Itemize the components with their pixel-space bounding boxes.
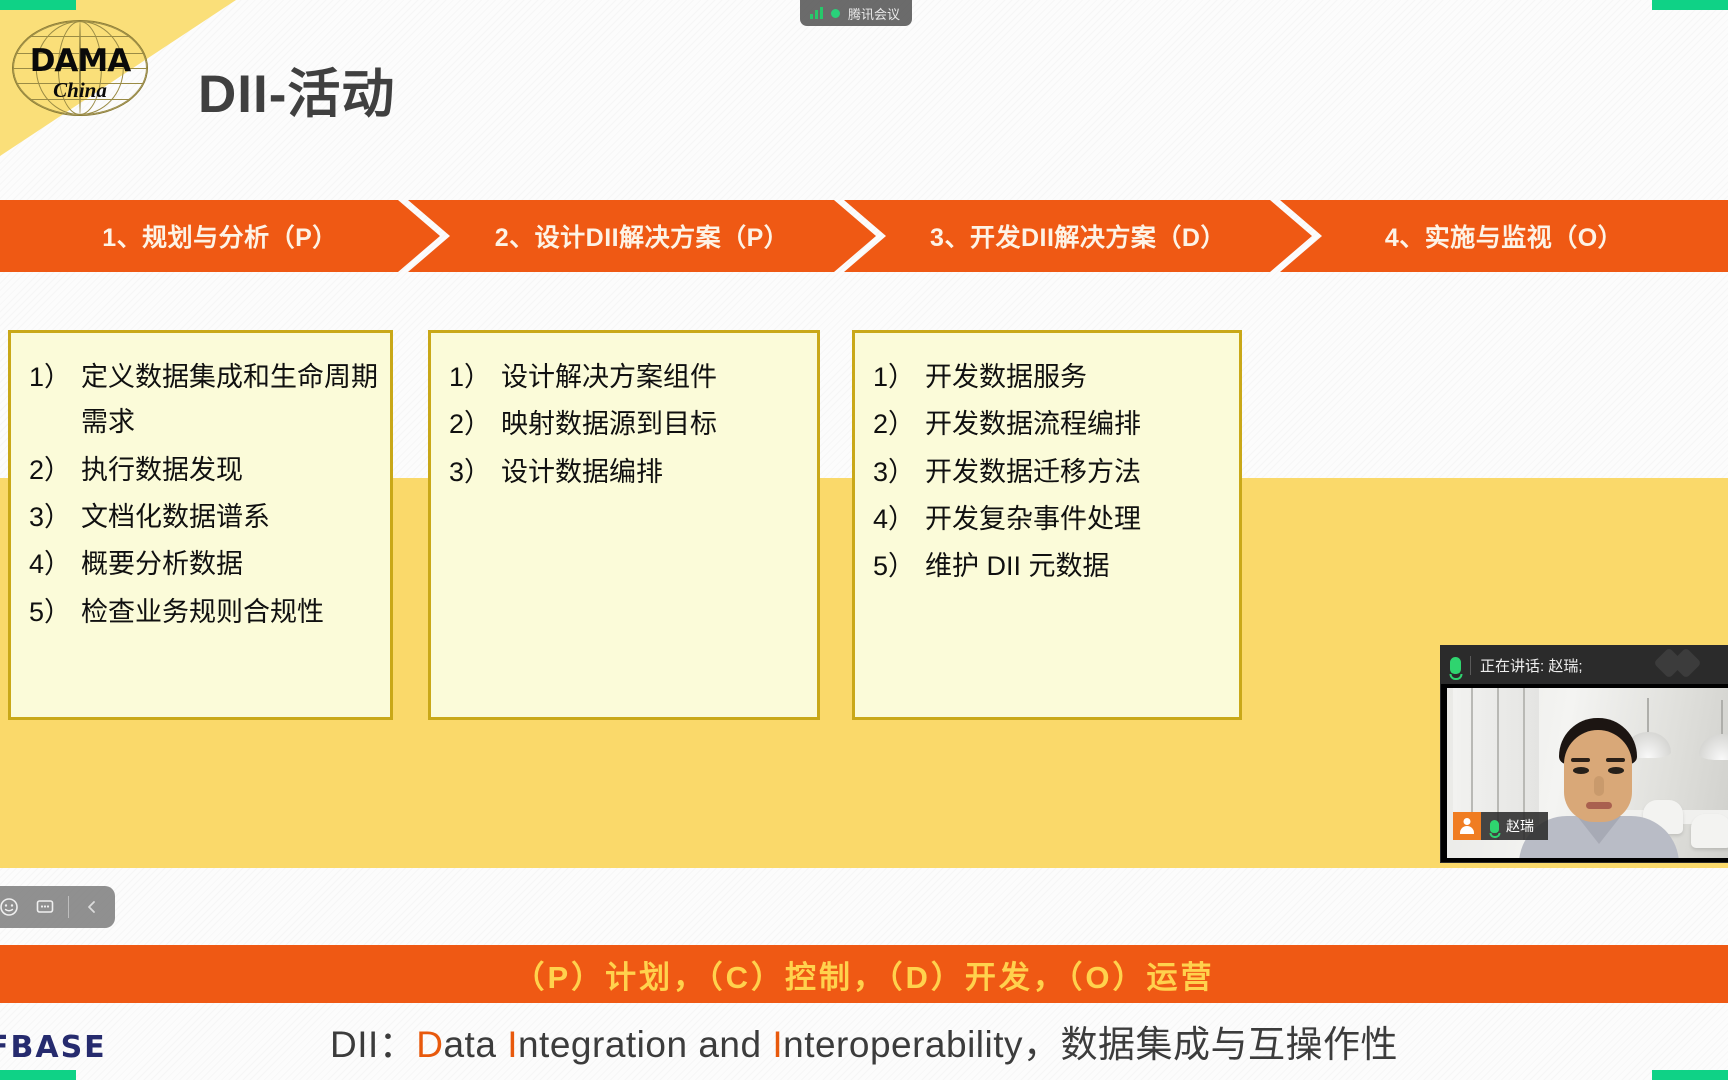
list-item-text: 开发数据迁移方法	[925, 456, 1141, 487]
chevron-left-icon[interactable]	[75, 890, 109, 924]
list-item-number: 3）	[29, 502, 72, 533]
screen-share-indicator-bottom-right	[1652, 1070, 1728, 1080]
list-item-text: 检查业务规则合规性	[81, 596, 324, 627]
list-item: 2） 映射数据源到目标	[449, 402, 807, 447]
list-item-text: 定义数据集成和生命周期需求	[81, 362, 378, 438]
speaking-status-label: 正在讲话: 赵瑞;	[1480, 657, 1583, 675]
list-item: 3） 开发数据迁移方法	[873, 450, 1229, 495]
list-item: 4） 概要分析数据	[29, 542, 380, 587]
participant-name-bar: 赵瑞	[1453, 812, 1548, 840]
status-dot-icon	[831, 8, 840, 18]
caption-highlight-d: D	[416, 1024, 444, 1065]
caption-highlight-i2: I	[772, 1024, 784, 1065]
microphone-icon	[1490, 819, 1499, 833]
process-step-1: 1、规划与分析（P）	[0, 200, 440, 272]
list-item-text: 设计数据编排	[501, 456, 663, 487]
logo-region-text: China	[53, 78, 107, 102]
list-item-text: 开发复杂事件处理	[925, 504, 1141, 535]
chat-icon[interactable]	[28, 890, 62, 924]
list-item-number: 3）	[449, 456, 492, 487]
list-item-number: 2）	[873, 409, 916, 440]
list-item: 2） 开发数据流程编排	[873, 402, 1229, 447]
slide-caption: DII：Data Integration and Interoperabilit…	[0, 1010, 1728, 1072]
screen-share-indicator-top-left	[0, 0, 76, 10]
screen-share-indicator-bottom-left	[0, 1070, 76, 1080]
process-step-1-label: 1、规划与分析（P）	[102, 224, 338, 252]
list-item: 3） 文档化数据谱系	[29, 495, 380, 540]
toolbar-divider	[68, 896, 69, 918]
pendant-lamp	[1699, 734, 1728, 760]
list-item-number: 5）	[29, 596, 72, 627]
activity-box-1: 1） 定义数据集成和生命周期需求 2） 执行数据发现 3） 文档化数据谱系 4）…	[8, 330, 393, 720]
list-item-number: 1）	[449, 362, 492, 392]
list-item-number: 1）	[29, 362, 72, 392]
process-step-3-label: 3、开发DII解决方案（D）	[930, 224, 1226, 252]
meeting-screen-share: DAMA China DII-活动 1、规划与分析（P） 2、设计DII解决方案…	[0, 0, 1728, 1080]
video-panel-header: 正在讲话: 赵瑞;	[1441, 646, 1728, 684]
process-step-2-label: 2、设计DII解决方案（P）	[494, 224, 790, 252]
video-panel[interactable]: 正在讲话: 赵瑞; 赵瑞	[1440, 645, 1728, 863]
activity-box-3: 1） 开发数据服务 2） 开发数据流程编排 3） 开发数据迁移方法 4） 开发复…	[852, 330, 1242, 720]
list-item-text: 映射数据源到目标	[501, 409, 717, 440]
list-item: 2） 执行数据发现	[29, 448, 380, 493]
list-item-number: 2）	[29, 454, 72, 485]
list-item-number: 4）	[873, 504, 916, 535]
list-item-text: 概要分析数据	[81, 549, 243, 580]
screen-share-indicator-top-right	[1652, 0, 1728, 10]
caption-suffix: ，数据集成与互操作性	[1023, 1024, 1399, 1065]
signal-bars-icon	[810, 7, 823, 19]
dama-china-logo: DAMA China	[6, 18, 156, 118]
caption-word-1: ata	[443, 1024, 508, 1065]
tencent-watermark-icon	[1653, 647, 1702, 679]
list-item-text: 开发数据服务	[925, 362, 1087, 392]
caption-word-3: nteroperability	[783, 1024, 1024, 1065]
list-item: 3） 设计数据编排	[449, 450, 807, 495]
caption-highlight-i1: I	[507, 1024, 518, 1065]
list-item-text: 文档化数据谱系	[81, 502, 270, 533]
emoji-icon[interactable]	[0, 890, 26, 924]
process-step-4: 4、实施与监视（O）	[1280, 200, 1728, 272]
fbase-logo: FBASE	[0, 1030, 107, 1065]
tencent-meeting-badge[interactable]: 腾讯会议	[800, 0, 913, 26]
slide-caption-text: DII：Data Integration and Interoperabilit…	[330, 1014, 1398, 1068]
list-item: 5） 检查业务规则合规性	[29, 590, 380, 635]
process-chevron-strip: 1、规划与分析（P） 2、设计DII解决方案（P） 3、开发DII解决方案（D）…	[0, 200, 1728, 272]
participant-name: 赵瑞	[1506, 818, 1534, 834]
activity-box-2: 1） 设计解决方案组件 2） 映射数据源到目标 3） 设计数据编排	[428, 330, 820, 720]
legend-bar-text: （P）计划，（C）控制，（D）开发，（O）运营	[513, 959, 1215, 995]
caption-prefix: DII：	[329, 1024, 417, 1065]
slide-title: DII-活动	[198, 65, 396, 124]
list-item-text: 执行数据发现	[81, 454, 243, 485]
legend-bar: （P）计划，（C）控制，（D）开发，（O）运营	[0, 945, 1728, 1003]
tencent-meeting-label: 腾讯会议	[848, 6, 901, 22]
list-item-number: 3）	[873, 456, 916, 487]
person-face	[1555, 718, 1641, 858]
list-item: 5） 维护 DII 元数据	[873, 544, 1229, 589]
video-feed[interactable]: 赵瑞	[1447, 688, 1728, 858]
chair	[1691, 814, 1728, 848]
list-item: 1） 设计解决方案组件	[449, 355, 807, 400]
list-item: 1） 定义数据集成和生命周期需求	[29, 355, 380, 446]
list-item-number: 2）	[449, 409, 492, 440]
process-step-3: 3、开发DII解决方案（D）	[844, 200, 1312, 272]
process-step-2: 2、设计DII解决方案（P）	[408, 200, 876, 272]
list-item: 4） 开发复杂事件处理	[873, 497, 1229, 542]
header-divider	[1470, 655, 1471, 675]
list-item: 1） 开发数据服务	[873, 355, 1229, 400]
list-item-text: 开发数据流程编排	[925, 409, 1141, 440]
process-step-4-label: 4、实施与监视（O）	[1384, 224, 1624, 252]
list-item-text: 设计解决方案组件	[501, 362, 717, 392]
person-avatar-icon	[1453, 812, 1481, 840]
logo-brand-text: DAMA	[29, 43, 132, 79]
caption-word-2: ntegration and	[517, 1024, 773, 1065]
list-item-text: 维护 DII 元数据	[925, 551, 1110, 582]
floating-toolbar[interactable]	[0, 886, 115, 928]
microphone-icon	[1450, 656, 1461, 674]
list-item-number: 1）	[873, 362, 916, 392]
list-item-number: 4）	[29, 549, 72, 580]
list-item-number: 5）	[873, 551, 916, 582]
